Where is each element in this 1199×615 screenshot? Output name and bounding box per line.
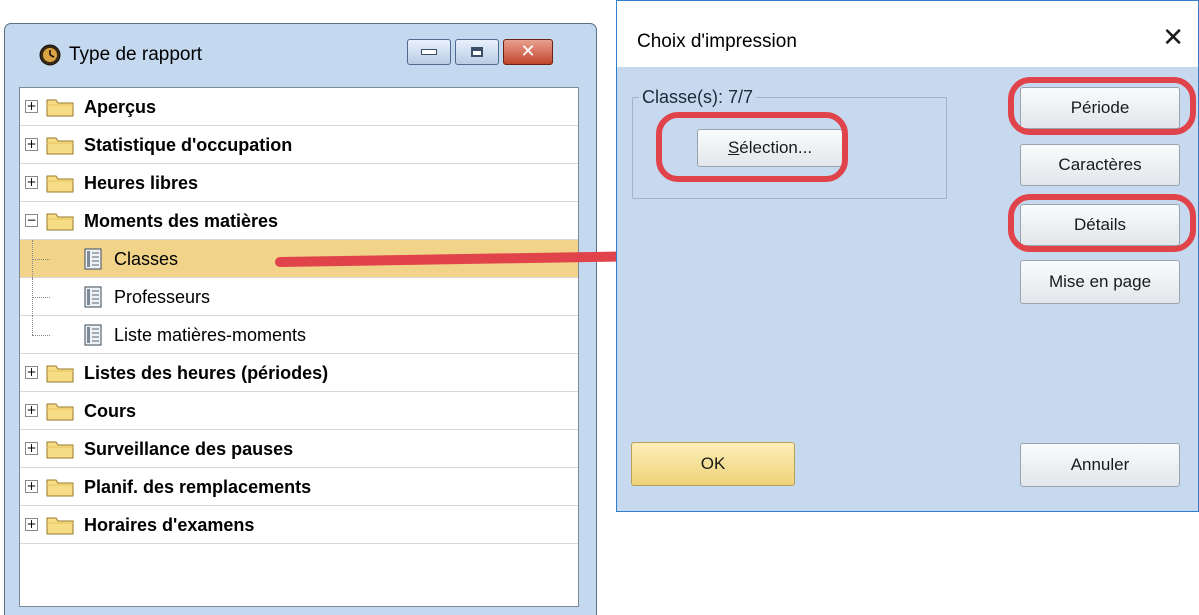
tree-connector-line [32, 259, 50, 260]
tree-report-label: Professeurs [114, 287, 211, 307]
ok-label: OK [700, 454, 726, 473]
report-type-titlebar: Type de rapport ✕ [5, 24, 596, 84]
close-icon: ✕ [520, 41, 536, 62]
tree-report-row[interactable]: Liste matières-moments [20, 316, 578, 354]
tree-folder-label: Planif. des remplacements [84, 477, 312, 497]
report-type-window: Type de rapport ✕ + Aperçus + Statistique d… [4, 23, 597, 615]
minimize-button[interactable] [407, 39, 451, 65]
selection-button[interactable]: Sélection... [697, 129, 843, 167]
tree-folder-row[interactable]: + Aperçus [20, 88, 578, 126]
folder-icon [46, 365, 74, 383]
tree-folder-row[interactable]: + Cours [20, 392, 578, 430]
expand-icon[interactable]: + [25, 442, 38, 455]
folder-icon [46, 137, 74, 155]
tree-folder-label: Surveillance des pauses [84, 439, 294, 459]
expand-icon[interactable]: + [25, 176, 38, 189]
tree-folder-row[interactable]: + Surveillance des pauses [20, 430, 578, 468]
selection-label: élection... [739, 138, 813, 157]
folder-icon [46, 441, 74, 459]
tree-folder-label: Horaires d'examens [84, 515, 255, 535]
tree-report-label: Liste matières-moments [114, 325, 307, 345]
tree-folder-label: Cours [84, 401, 137, 421]
selection-mnemonic: S [727, 138, 740, 157]
mise-en-page-label: Mise en page [1048, 272, 1152, 291]
expand-icon[interactable]: + [25, 100, 38, 113]
tree-folder-label: Moments des matières [84, 211, 279, 231]
tree-folder-label: Heures libres [84, 173, 199, 193]
report-document-icon [84, 248, 102, 270]
window-controls: ✕ [403, 39, 553, 65]
annuler-label: Annuler [1070, 455, 1130, 474]
tree-folder-label: Listes des heures (périodes) [84, 363, 329, 383]
annuler-button[interactable]: Annuler [1020, 443, 1180, 487]
classes-count-label: Classe(s): 7/7 [639, 86, 757, 108]
clock-icon [39, 44, 61, 66]
folder-icon [46, 175, 74, 193]
tree-connector-line [32, 316, 33, 335]
tree-connector-line [32, 335, 50, 336]
folder-icon [46, 479, 74, 497]
dialog-title: Choix d'impression [637, 31, 797, 52]
ok-button[interactable]: OK [631, 442, 795, 486]
periode-label: Période [1070, 98, 1130, 117]
expand-icon[interactable]: + [25, 518, 38, 531]
expand-icon[interactable]: + [25, 480, 38, 493]
periode-button[interactable]: Période [1020, 87, 1180, 129]
folder-icon [46, 99, 74, 117]
dialog-titlebar: Choix d'impression ✕ [617, 1, 1198, 67]
report-type-title: Type de rapport [69, 44, 203, 65]
details-button[interactable]: Détails [1020, 204, 1180, 246]
folder-icon [46, 517, 74, 535]
close-button[interactable]: ✕ [503, 39, 553, 65]
caracteres-button[interactable]: Caractères [1020, 144, 1180, 186]
report-tree[interactable]: + Aperçus + Statistique d'occupation + Heures… [19, 87, 579, 607]
print-choice-dialog: Choix d'impression ✕ Classe(s): 7/7 Séle… [616, 0, 1199, 512]
maximize-icon [471, 47, 483, 57]
collapse-icon[interactable]: − [25, 214, 38, 227]
tree-folder-label: Aperçus [84, 97, 157, 117]
details-label: Détails [1074, 215, 1126, 234]
tree-report-label: Classes [114, 249, 179, 269]
folder-icon [46, 403, 74, 421]
tree-folder-label: Statistique d'occupation [84, 135, 293, 155]
mise-en-page-button[interactable]: Mise en page [1020, 260, 1180, 304]
maximize-button[interactable] [455, 39, 499, 65]
report-document-icon [84, 286, 102, 308]
report-document-icon [84, 324, 102, 346]
tree-folder-row[interactable]: + Statistique d'occupation [20, 126, 578, 164]
expand-icon[interactable]: + [25, 138, 38, 151]
tree-connector-line [32, 297, 50, 298]
tree-folder-row[interactable]: + Heures libres [20, 164, 578, 202]
folder-icon [46, 213, 74, 231]
tree-folder-row[interactable]: + Horaires d'examens [20, 506, 578, 544]
dialog-close-button[interactable]: ✕ [1162, 23, 1184, 53]
expand-icon[interactable]: + [25, 366, 38, 379]
tree-folder-row[interactable]: + Listes des heures (périodes) [20, 354, 578, 392]
expand-icon[interactable]: + [25, 404, 38, 417]
minimize-icon [421, 49, 437, 55]
caracteres-label: Caractères [1058, 155, 1142, 174]
tree-folder-row[interactable]: + Planif. des remplacements [20, 468, 578, 506]
